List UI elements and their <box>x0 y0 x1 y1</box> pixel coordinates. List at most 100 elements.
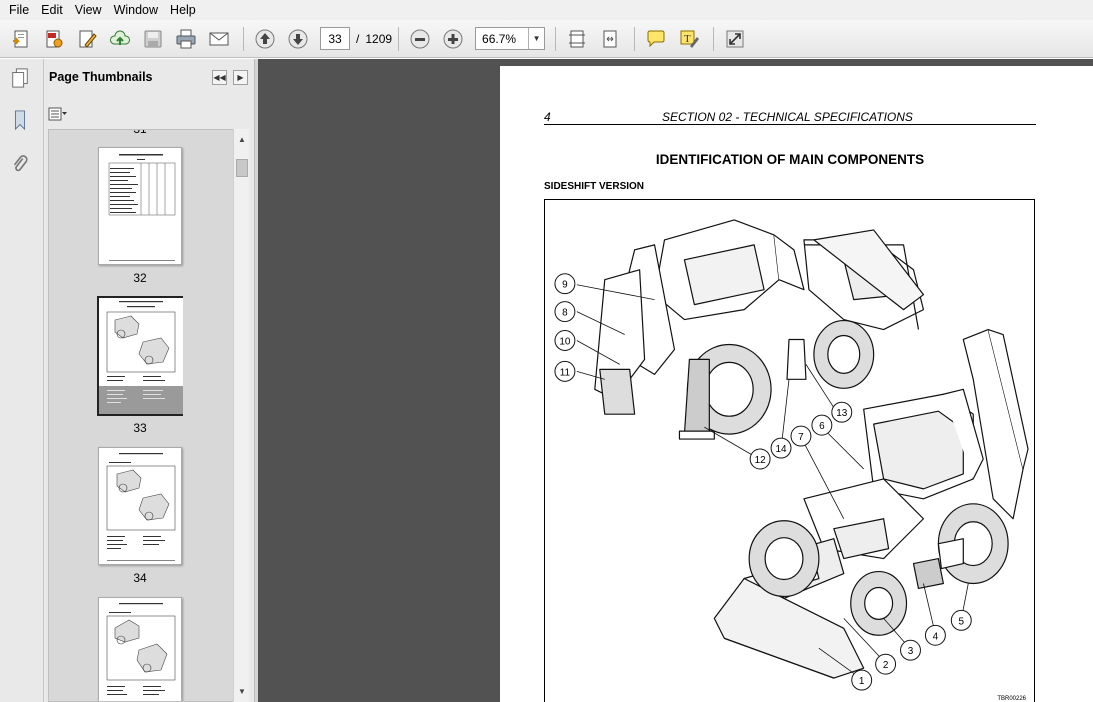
backhoe-loader-illustration: 9 8 10 11 12 14 7 6 13 1 2 3 4 5 <box>554 219 1029 691</box>
thumbnail-content <box>108 154 176 261</box>
create-pdf-button[interactable] <box>6 25 36 53</box>
thumbnail-label-partial: 31 <box>133 129 147 136</box>
menu-help[interactable]: Help <box>164 0 202 20</box>
collapse-panel-button[interactable]: ◀◀ <box>212 70 227 85</box>
print-icon <box>176 29 196 48</box>
header-section: SECTION 02 - TECHNICAL SPECIFICATIONS <box>662 110 913 124</box>
comment-button[interactable] <box>641 25 671 53</box>
upload-button[interactable] <box>105 25 135 53</box>
edit-icon <box>79 30 97 48</box>
callout-label: 8 <box>562 308 568 319</box>
document-view[interactable]: 4 SECTION 02 - TECHNICAL SPECIFICATIONS … <box>258 59 1093 702</box>
thumbnail-label: 34 <box>133 571 147 585</box>
expand-panel-button[interactable]: ▶ <box>233 70 248 85</box>
print-button[interactable] <box>171 25 201 53</box>
fullscreen-button[interactable] <box>720 25 750 53</box>
scroll-up-arrow-icon[interactable]: ▲ <box>234 131 250 147</box>
svg-text:T: T <box>684 33 691 45</box>
upload-cloud-icon <box>110 30 130 45</box>
next-page-button[interactable] <box>283 25 313 53</box>
zoom-in-button[interactable] <box>438 25 468 53</box>
menu-window[interactable]: Window <box>108 0 164 20</box>
thumbnail-content <box>106 301 176 381</box>
navigation-pane-strip <box>0 59 44 702</box>
attachments-icon[interactable] <box>8 151 32 177</box>
bookmarks-icon[interactable] <box>8 107 32 133</box>
thumbnail-page-35[interactable] <box>98 597 182 701</box>
thumbnail-page-32[interactable] <box>98 147 182 265</box>
thumbnail-options-button[interactable] <box>48 107 68 121</box>
page-thumbnails-icon[interactable] <box>8 65 32 91</box>
thumbnail-page-34[interactable] <box>98 447 182 565</box>
fullscreen-icon <box>726 30 744 47</box>
create-pdf-icon <box>13 30 28 47</box>
thumbnail-label: 33 <box>133 421 147 435</box>
zoom-out-icon <box>410 29 430 48</box>
menu-bar: File Edit View Window Help <box>0 0 1093 20</box>
panel-title: Page Thumbnails <box>49 70 153 84</box>
toolbar-separator <box>713 26 715 51</box>
fit-page-button[interactable] <box>562 25 592 53</box>
callout-label: 7 <box>798 432 804 443</box>
highlight-icon: T <box>680 30 700 48</box>
header-page-number: 4 <box>544 110 551 124</box>
page-subtitle: SIDESHIFT VERSION <box>544 181 645 192</box>
email-icon <box>209 32 229 45</box>
callout-label: 14 <box>776 444 788 455</box>
save-button[interactable] <box>138 25 168 53</box>
edit-button[interactable] <box>72 25 102 53</box>
thumbnail-content <box>106 453 176 561</box>
thumbnail-page-33[interactable] <box>99 298 183 386</box>
zoom-out-button[interactable] <box>405 25 435 53</box>
chevron-down-icon[interactable]: ▼ <box>528 28 544 49</box>
callout-label: 6 <box>819 421 825 432</box>
menu-edit[interactable]: Edit <box>35 0 69 20</box>
callout-label: 9 <box>562 280 568 291</box>
create-pdf-alt-button[interactable] <box>39 25 69 53</box>
figure-code: TBR00226 <box>997 696 1026 702</box>
zoom-in-icon <box>443 29 463 48</box>
header-rule <box>544 124 1036 125</box>
page-thumbnails-panel: Page Thumbnails ◀◀ ▶ 31 32 33 34 ▲ ▼ <box>44 59 254 702</box>
page-separator: / <box>356 31 360 46</box>
callout-label: 2 <box>883 660 889 671</box>
toolbar-separator <box>634 26 636 51</box>
prev-page-button[interactable] <box>250 25 280 53</box>
comment-icon <box>647 30 665 47</box>
callout-label: 1 <box>859 676 865 687</box>
toolbar-separator <box>398 26 400 51</box>
toolbar: 33 / 1209 66.7% ▼ T <box>0 20 1093 58</box>
fit-width-button[interactable] <box>595 25 625 53</box>
thumbnails-scrollbar[interactable]: ▲ ▼ <box>233 129 249 702</box>
fit-page-icon <box>569 30 586 47</box>
page-title: IDENTIFICATION OF MAIN COMPONENTS <box>655 152 925 167</box>
save-icon <box>144 30 162 47</box>
figure-frame: 9 8 10 11 12 14 7 6 13 1 2 3 4 5 TBR0022… <box>544 199 1035 702</box>
fit-width-icon <box>603 30 617 47</box>
menu-view[interactable]: View <box>69 0 108 20</box>
pdf-page: 4 SECTION 02 - TECHNICAL SPECIFICATIONS … <box>500 66 1093 702</box>
toolbar-separator <box>555 26 557 51</box>
callout-label: 4 <box>933 631 939 642</box>
email-button[interactable] <box>204 25 234 53</box>
thumbnails-list: 31 32 33 34 <box>48 129 234 702</box>
callout-label: 11 <box>560 367 571 378</box>
next-page-icon <box>288 29 308 48</box>
menu-file[interactable]: File <box>3 0 35 20</box>
thumbnail-content <box>106 603 176 695</box>
page-number-input[interactable]: 33 <box>320 27 350 50</box>
callout-label: 13 <box>836 408 848 419</box>
scroll-down-arrow-icon[interactable]: ▼ <box>234 683 250 699</box>
prev-page-icon <box>255 29 275 48</box>
highlight-button[interactable]: T <box>674 25 704 53</box>
scrollbar-thumb[interactable] <box>236 159 248 177</box>
page-total: 1209 <box>365 31 393 46</box>
options-menu-icon <box>48 107 67 121</box>
thumbnail-viewport-region <box>99 386 183 414</box>
zoom-select[interactable]: 66.7% ▼ <box>475 27 546 50</box>
callout-label: 10 <box>559 336 571 347</box>
zoom-value: 66.7% <box>482 31 517 46</box>
create-pdf-alt-icon <box>46 30 63 47</box>
thumbnail-label: 32 <box>133 271 147 285</box>
callout-label: 5 <box>959 616 965 627</box>
